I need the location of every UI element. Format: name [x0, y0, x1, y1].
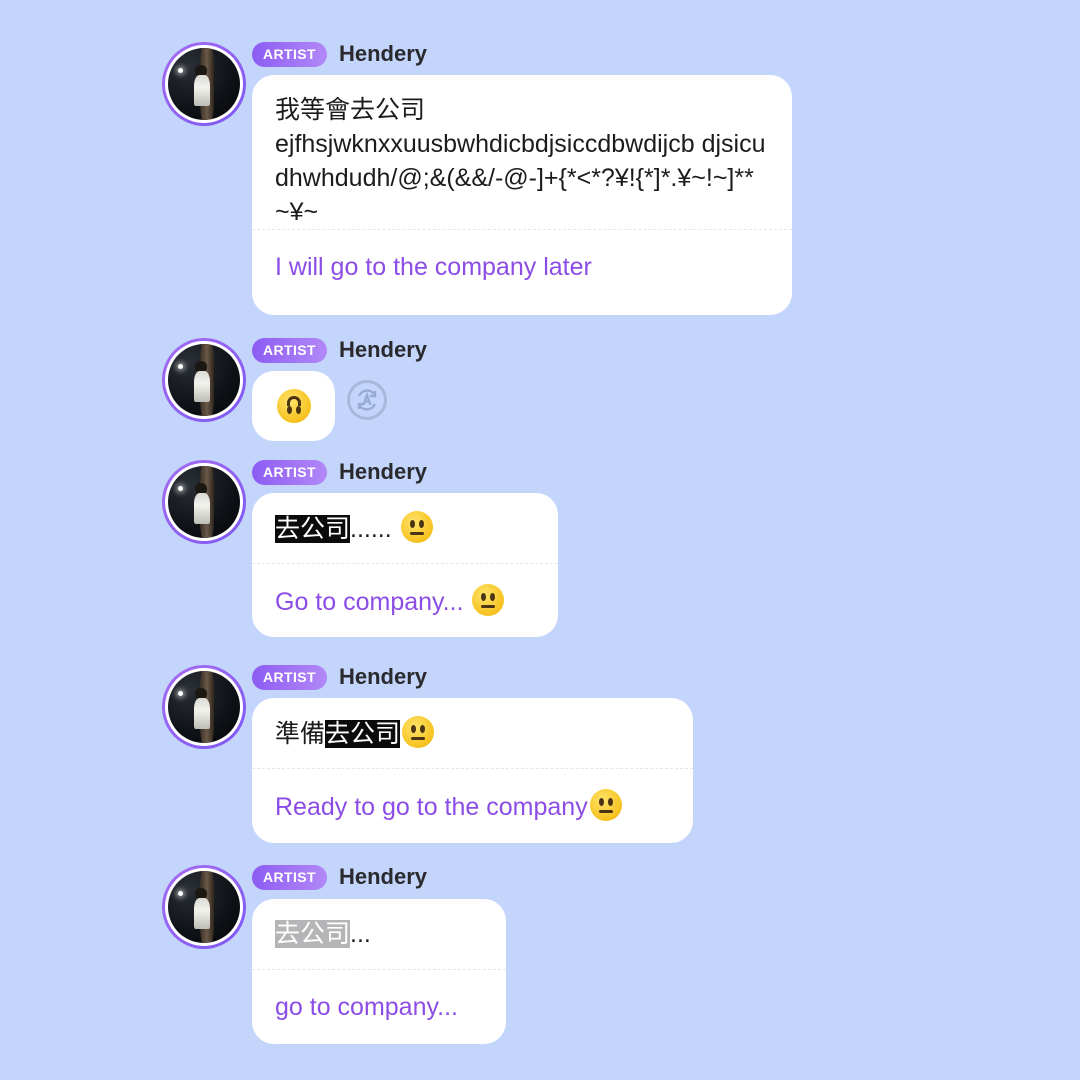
- sender-row: ARTIST Hendery: [252, 337, 427, 363]
- sender-name[interactable]: Hendery: [339, 664, 427, 690]
- translation-text: I will go to the company later: [275, 253, 592, 281]
- avatar[interactable]: [162, 338, 246, 422]
- neutral-face-emoji: [402, 716, 435, 748]
- message-bubble[interactable]: 我等會去公司 ejfhsjwknxxuusbwhdicbdjsiccdbwdij…: [252, 75, 792, 315]
- avatar[interactable]: [162, 865, 246, 949]
- sender-row: ARTIST Hendery: [252, 41, 427, 67]
- avatar-photo: [168, 48, 240, 120]
- artist-badge: ARTIST: [252, 459, 327, 485]
- highlighted-text: 去公司: [275, 515, 351, 543]
- message-bubble[interactable]: 準備去公司 Ready to go to the company: [252, 698, 693, 843]
- avatar-photo: [168, 466, 240, 538]
- avatar-photo: [168, 871, 240, 943]
- sender-name[interactable]: Hendery: [339, 459, 427, 485]
- original-text: 去公司...: [275, 920, 371, 948]
- translate-icon[interactable]: [347, 380, 387, 420]
- neutral-face-emoji: [400, 511, 433, 543]
- message-bubble[interactable]: 去公司...... Go to company...: [252, 493, 558, 637]
- sender-row: ARTIST Hendery: [252, 864, 427, 890]
- translate-icon-graphic: [357, 389, 377, 411]
- avatar[interactable]: [162, 460, 246, 544]
- translation-text: Ready to go to the company: [252, 769, 693, 842]
- highlighted-text: 去公司: [325, 720, 401, 748]
- artist-badge: ARTIST: [252, 41, 327, 67]
- message-bubble[interactable]: 去公司... go to company...: [252, 899, 506, 1044]
- upside-down-face-emoji: [276, 389, 311, 423]
- sender-row: ARTIST Hendery: [252, 664, 427, 690]
- avatar[interactable]: [162, 42, 246, 126]
- artist-badge: ARTIST: [252, 337, 327, 363]
- translation-text: Go to company...: [252, 564, 558, 637]
- sender-name[interactable]: Hendery: [339, 41, 427, 67]
- original-text: 去公司......: [252, 493, 558, 563]
- neutral-face-emoji: [472, 584, 505, 616]
- avatar-photo: [168, 344, 240, 416]
- sender-row: ARTIST Hendery: [252, 459, 427, 485]
- sender-name[interactable]: Hendery: [339, 337, 427, 363]
- neutral-face-emoji: [589, 789, 622, 821]
- original-text: 我等會去公司 ejfhsjwknxxuusbwhdicbdjsiccdbwdij…: [275, 96, 766, 226]
- avatar[interactable]: [162, 665, 246, 749]
- translation-text: go to company...: [275, 993, 458, 1021]
- avatar-photo: [168, 671, 240, 743]
- highlighted-text: 去公司: [275, 920, 351, 948]
- artist-badge: ARTIST: [252, 864, 327, 890]
- message-bubble[interactable]: [252, 371, 335, 441]
- artist-badge: ARTIST: [252, 664, 327, 690]
- sender-name[interactable]: Hendery: [339, 864, 427, 890]
- original-text: 準備去公司: [252, 698, 693, 768]
